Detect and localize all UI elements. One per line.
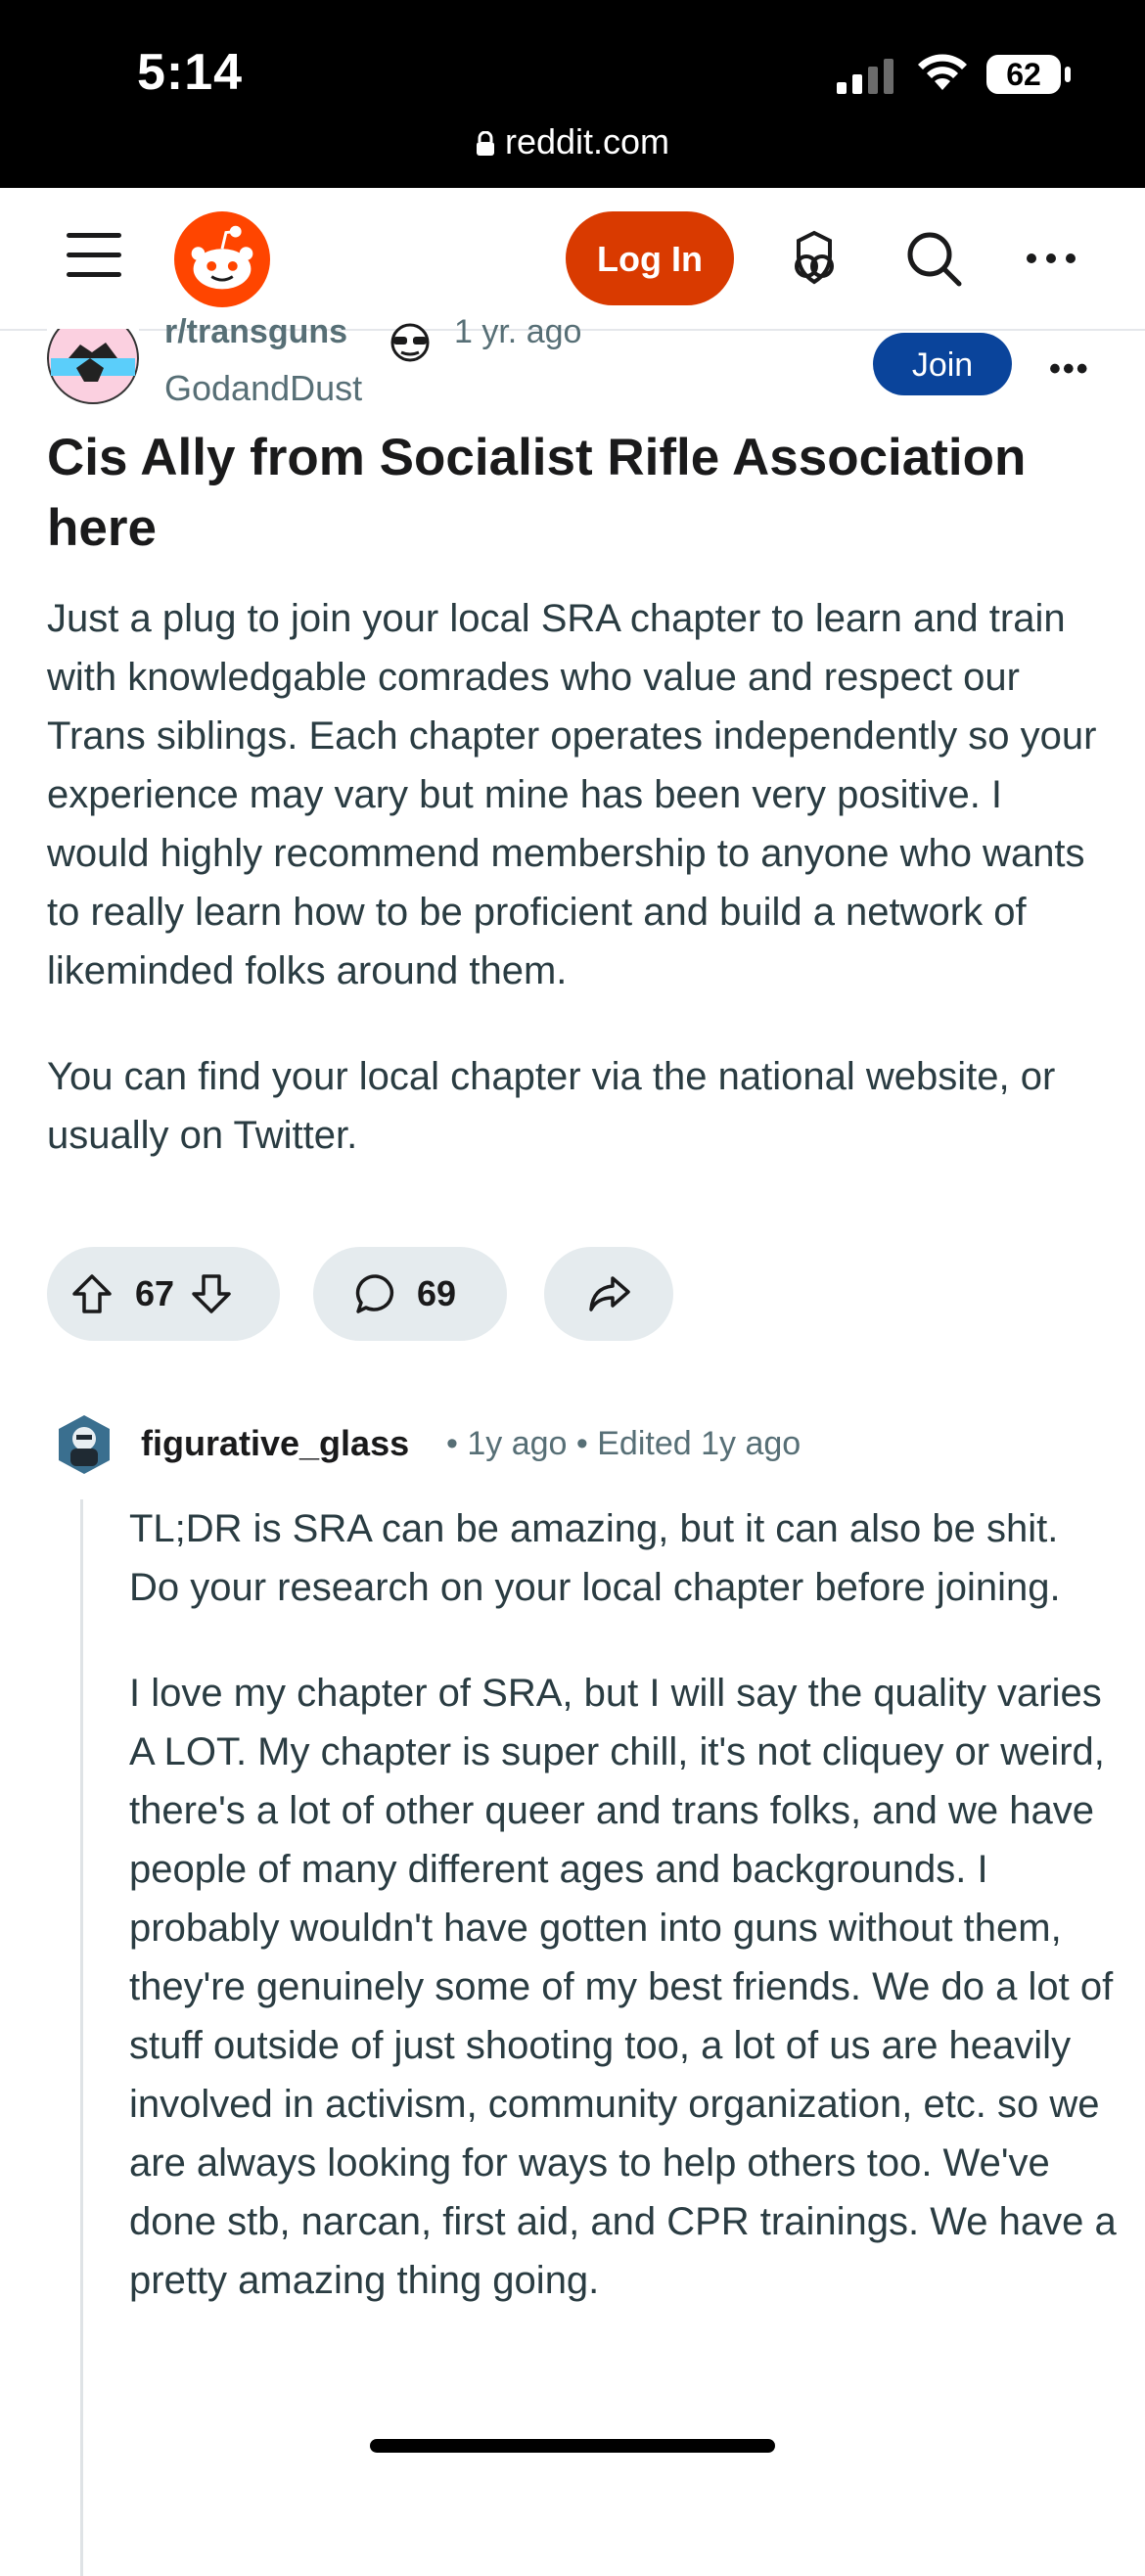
status-bar: 5:14 62 reddit.com xyxy=(0,0,1145,188)
upvote-icon[interactable] xyxy=(69,1270,115,1317)
join-button[interactable]: Join xyxy=(873,333,1012,395)
separator-dot: • xyxy=(567,1425,598,1462)
post-header: r/transguns 1 yr. ago GodandDust Join ••… xyxy=(0,313,1145,417)
post-paragraph: Just a plug to join your local SRA chapt… xyxy=(47,597,1097,992)
share-icon xyxy=(589,1276,630,1311)
post-title[interactable]: Cis Ally from Socialist Rifle Associatio… xyxy=(47,423,1104,564)
status-time: 5:14 xyxy=(137,44,244,101)
wifi-icon xyxy=(918,54,967,90)
post-author[interactable]: GodandDust xyxy=(164,368,362,409)
comment-paragraph: TL;DR is SRA can be amazing, but it can … xyxy=(129,1507,1061,1609)
comment-count: 69 xyxy=(417,1273,457,1313)
vote-count: 67 xyxy=(135,1273,175,1313)
cellular-signal-icon xyxy=(837,59,893,94)
comment-time: 1y ago xyxy=(467,1425,568,1462)
sunglasses-icon xyxy=(390,323,430,362)
comment-edited: Edited 1y ago xyxy=(597,1425,802,1462)
comment-paragraph: I love my chapter of SRA, but I will say… xyxy=(129,1672,1117,2302)
more-icon[interactable] xyxy=(1020,227,1082,290)
reddit-logo[interactable] xyxy=(174,211,270,307)
share-button[interactable] xyxy=(544,1247,673,1341)
downvote-icon[interactable] xyxy=(188,1270,235,1317)
top-navigation: Log In xyxy=(0,188,1145,331)
post-more-icon[interactable]: ••• xyxy=(1049,350,1090,389)
vote-control: 67 xyxy=(47,1247,280,1341)
lock-icon xyxy=(476,131,494,157)
battery-indicator: 62 xyxy=(986,55,1061,94)
thread-line[interactable] xyxy=(80,1499,83,2576)
post-body: Just a plug to join your local SRA chapt… xyxy=(47,589,1114,1212)
comment-meta: • 1y ago • Edited 1y ago xyxy=(446,1425,801,1463)
home-indicator xyxy=(370,2439,775,2453)
url-text: reddit.com xyxy=(504,121,670,161)
post-time: 1 yr. ago xyxy=(454,313,582,350)
shield-icon[interactable] xyxy=(783,227,846,290)
menu-icon[interactable] xyxy=(67,233,121,292)
comments-button[interactable]: 69 xyxy=(313,1247,507,1341)
user-avatar[interactable] xyxy=(53,1413,115,1476)
address-bar[interactable]: reddit.com xyxy=(0,121,1145,162)
comment-author[interactable]: figurative_glass xyxy=(141,1423,409,1464)
comment-body: TL;DR is SRA can be amazing, but it can … xyxy=(129,1499,1118,2357)
search-icon[interactable] xyxy=(902,227,965,290)
log-in-button[interactable]: Log In xyxy=(566,211,734,305)
comment-icon xyxy=(355,1274,393,1313)
battery-cap xyxy=(1065,67,1071,82)
post-paragraph: You can find your local chapter via the … xyxy=(47,1055,1056,1157)
subreddit-avatar[interactable] xyxy=(47,329,139,405)
subreddit-name[interactable]: r/transguns xyxy=(164,313,347,351)
separator-dot: • xyxy=(446,1425,468,1462)
